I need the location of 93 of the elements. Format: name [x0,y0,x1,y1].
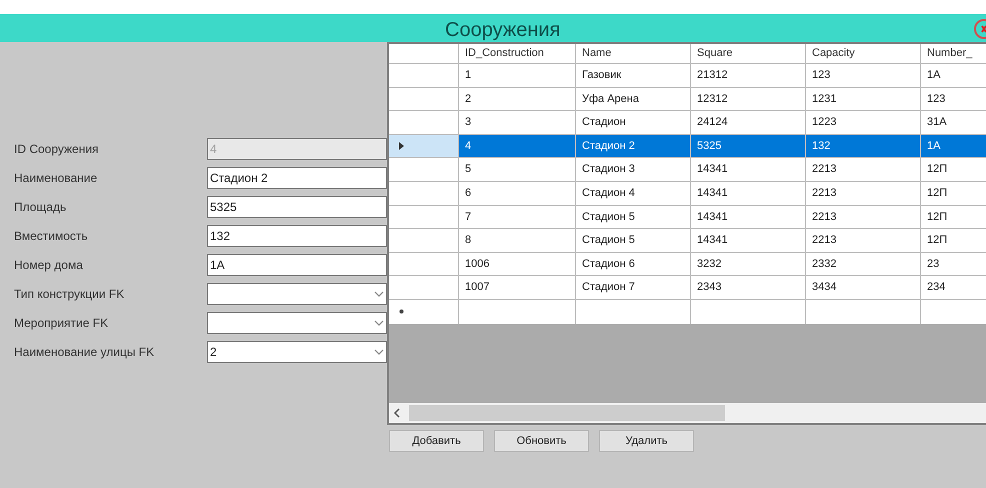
table-cell: Стадион 6 [576,252,691,276]
scrollbar-thumb[interactable] [409,405,725,421]
table-cell: 1006 [459,252,576,276]
action-button[interactable]: Добавить [389,430,484,452]
table-cell: 14341 [691,158,806,181]
table-cell: 2 [459,88,576,110]
table-cell: 1231 [806,88,921,110]
table-cell: 1А [921,64,986,87]
table-cell: 3232 [691,252,806,276]
column-header[interactable]: Capacity [806,44,921,63]
row-header[interactable] [389,182,459,205]
window-title: Сооружения [445,18,560,43]
table-cell: 2332 [806,252,921,276]
dropdown[interactable] [207,312,387,334]
table-cell: 12П [921,182,986,205]
column-header[interactable]: Square [691,44,806,63]
input-field[interactable]: 1А [207,254,387,276]
table-cell: Стадион 7 [576,276,691,299]
field-label: Площадь [14,199,68,216]
table-cell: 1007 [459,276,576,299]
field-label: ID Сооружения [14,141,100,158]
chevron-down-icon [374,349,384,355]
table-cell: 12312 [691,88,806,110]
table-cell: 14341 [691,182,806,205]
field-label: Тип конструкции FK [14,286,126,303]
row-header[interactable] [389,111,459,134]
dropdown[interactable]: 2 [207,341,387,363]
field-label: Вместимость [14,228,89,245]
table-cell: 14341 [691,229,806,252]
input-field[interactable]: 132 [207,225,387,247]
column-header[interactable]: ID_Construction [459,44,576,63]
row-header[interactable] [389,64,459,87]
table-cell: 3 [459,111,576,134]
table-cell: Стадион 5 [576,229,691,252]
table-cell: 132 [806,134,921,158]
table-cell: 14341 [691,206,806,228]
table-cell: Уфа Арена [576,88,691,110]
table-cell: 7 [459,206,576,228]
action-button[interactable]: Удалить [599,430,694,452]
table-cell: 12П [921,158,986,181]
table-cell: 1 [459,64,576,87]
table-cell: Стадион [576,111,691,134]
row-header[interactable] [389,88,459,110]
action-button[interactable]: Обновить [494,430,589,452]
table-cell: 2213 [806,206,921,228]
table-cell: 1223 [806,111,921,134]
row-header[interactable] [389,229,459,252]
table-cell: 2343 [691,276,806,299]
dropdown[interactable] [207,283,387,305]
field-label: Мероприятие FK [14,315,110,332]
field-label: Номер дома [14,257,84,274]
table-cell: 1А [921,134,986,158]
table-cell: 3434 [806,276,921,299]
table-cell: Стадион 3 [576,158,691,181]
row-header[interactable] [389,206,459,228]
row-header[interactable] [389,158,459,181]
table-cell: Газовик [576,64,691,87]
table-cell: Стадион 2 [576,134,691,158]
table-cell: Стадион 4 [576,182,691,205]
table-cell: 23 [921,252,986,276]
input-field[interactable]: Стадион 2 [207,167,387,189]
table-cell: 6 [459,182,576,205]
new-row-icon [399,309,404,314]
table-cell: 5325 [691,134,806,158]
column-header[interactable]: Name [576,44,691,63]
table-cell: Стадион 5 [576,206,691,228]
table-cell: 123 [806,64,921,87]
field-label: Наименование [14,170,98,187]
current-row-icon [399,142,404,150]
table-cell: 24124 [691,111,806,134]
row-header[interactable] [389,276,459,299]
table-cell: 2213 [806,229,921,252]
table-cell: 5 [459,158,576,181]
field-label: Наименование улицы FK [14,344,156,361]
table-cell: 2213 [806,158,921,181]
row-header[interactable] [389,252,459,276]
table-cell: 4 [459,134,576,158]
table-cell: 12П [921,229,986,252]
column-header[interactable]: Number_ [921,44,986,63]
row-header[interactable] [389,134,459,158]
chevron-down-icon [374,291,384,297]
input-field[interactable]: 5325 [207,196,387,218]
table-cell: 8 [459,229,576,252]
table-cell: 234 [921,276,986,299]
horizontal-scrollbar[interactable] [389,403,986,423]
table-cell: 31А [921,111,986,134]
table-cell: 123 [921,88,986,110]
table-cell: 12П [921,206,986,228]
close-icon[interactable] [972,18,986,40]
table-cell: 21312 [691,64,806,87]
scroll-left-icon[interactable] [393,408,401,418]
table-cell: 2213 [806,182,921,205]
chevron-down-icon [374,320,384,326]
